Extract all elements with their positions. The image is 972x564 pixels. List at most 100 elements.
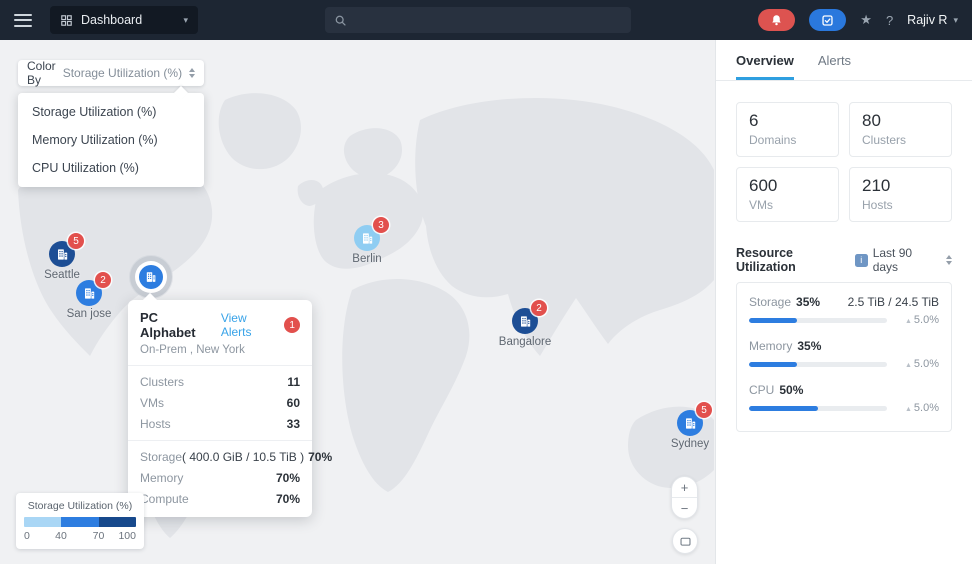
tooltip-stat-row: VMs 60 — [140, 396, 300, 410]
legend-tick: 70 — [93, 530, 105, 542]
marker-city-label: San jose — [67, 308, 112, 320]
alert-count-badge: 5 — [696, 402, 712, 418]
stat-label: Clusters — [862, 133, 939, 147]
option-storage-utilization[interactable]: Storage Utilization (%) — [18, 98, 204, 126]
delta-up-icon: ▲ — [905, 406, 912, 413]
progress-fill — [749, 318, 797, 323]
tooltip-subtitle: On-Prem , New York — [140, 344, 300, 356]
zoom-out-button[interactable]: − — [672, 498, 697, 518]
stat-value: 11 — [287, 375, 300, 389]
legend-tick: 0 — [24, 530, 30, 542]
stat-label: VMs — [140, 396, 164, 410]
stat-label: Hosts — [862, 198, 939, 212]
view-alerts-link[interactable]: View Alerts — [221, 311, 279, 339]
option-cpu-utilization[interactable]: CPU Utilization (%) — [18, 154, 204, 182]
cluster-marker-circle[interactable] — [139, 265, 163, 289]
progress-track — [749, 362, 887, 367]
resource-label: Storage — [749, 295, 791, 309]
option-memory-utilization[interactable]: Memory Utilization (%) — [18, 126, 204, 154]
resource-label: Memory — [749, 339, 792, 353]
map-marker-new-york-selected[interactable] — [139, 265, 163, 289]
delta-value: 5.0% — [914, 402, 939, 414]
progress-track — [749, 406, 887, 411]
search-icon — [334, 14, 347, 27]
tooltip-metric-row: Storage( 400.0 GiB / 10.5 TiB )70% — [140, 450, 300, 464]
marker-city-label: Bangalore — [499, 336, 551, 348]
global-search[interactable] — [325, 7, 631, 33]
legend-segment-high — [99, 517, 136, 527]
zoom-in-button[interactable]: + — [672, 477, 697, 497]
tasks-check-icon — [821, 14, 834, 27]
color-by-select[interactable]: Color By Storage Utilization (%) — [18, 60, 204, 86]
delta-badge: ▲5.0% — [895, 314, 939, 326]
legend-segment-mid — [61, 517, 98, 527]
hamburger-menu-icon[interactable] — [14, 10, 32, 31]
resource-utilization-card: Storage 35% 2.5 TiB / 24.5 TiB ▲5.0% Mem… — [736, 282, 952, 432]
metric-detail: ( 400.0 GiB / 10.5 TiB ) — [182, 450, 304, 464]
chevron-down-icon: ▾ — [183, 15, 188, 26]
map-marker-bangalore[interactable]: 2 Bangalore — [512, 308, 538, 334]
tab-overview[interactable]: Overview — [736, 53, 794, 80]
help-icon[interactable]: ? — [886, 13, 893, 28]
resource-utilization-title: Resource Utilization — [736, 246, 855, 274]
building-icon — [82, 286, 97, 301]
color-by-selected-value: Storage Utilization (%) — [63, 66, 182, 80]
time-range-select[interactable]: Last 90 days — [873, 246, 940, 274]
building-icon — [360, 231, 375, 246]
search-input[interactable] — [354, 13, 622, 27]
stat-card-clusters: 80 Clusters — [849, 102, 952, 157]
tooltip-stat-row: Clusters11 — [140, 375, 300, 389]
legend-tick: 100 — [118, 530, 136, 542]
metric-label: Storage — [140, 450, 182, 464]
tooltip-stat-row: Hosts33 — [140, 417, 300, 431]
stat-label: VMs — [749, 198, 826, 212]
resource-label: CPU — [749, 383, 774, 397]
stat-label: Hosts — [140, 417, 171, 431]
favorites-star-icon[interactable]: ★ — [860, 12, 872, 28]
map-marker-sydney[interactable]: 5 Sydney — [677, 410, 703, 436]
building-icon — [683, 416, 698, 431]
metric-value: 70% — [308, 450, 332, 464]
user-name: Rajiv R — [907, 13, 947, 27]
dashboard-switcher-button[interactable]: Dashboard ▾ — [50, 6, 198, 34]
building-icon — [144, 270, 158, 284]
progress-track — [749, 318, 887, 323]
metric-label: Compute — [140, 492, 189, 506]
legend-tick: 40 — [55, 530, 67, 542]
resource-row-cpu: CPU 50% ▲5.0% — [749, 383, 939, 414]
cluster-tooltip: PC Alphabet View Alerts 1 On-Prem , New … — [128, 300, 312, 517]
metric-value: 70% — [276, 471, 300, 485]
user-menu[interactable]: Rajiv R ▾ — [907, 13, 958, 27]
alert-count-badge: 3 — [373, 217, 389, 233]
select-caret-icon — [946, 255, 952, 265]
fit-to-screen-button[interactable] — [672, 528, 698, 554]
tooltip-metric-row: Memory70% — [140, 471, 300, 485]
grid-icon — [60, 14, 73, 27]
resource-utilization-header: Resource Utilization i Last 90 days — [716, 228, 972, 282]
stat-value: 60 — [287, 396, 300, 410]
progress-fill — [749, 362, 797, 367]
tab-alerts[interactable]: Alerts — [818, 53, 851, 80]
metric-value: 70% — [276, 492, 300, 506]
delta-up-icon: ▲ — [905, 318, 912, 325]
select-caret-icon — [189, 68, 195, 78]
legend-segment-low — [24, 517, 61, 527]
marker-city-label: Berlin — [352, 253, 381, 265]
delta-value: 5.0% — [914, 314, 939, 326]
alerts-bell-button[interactable] — [758, 9, 795, 31]
map-marker-san-jose[interactable]: 2 San jose — [76, 280, 102, 306]
chevron-down-icon: ▾ — [953, 15, 958, 26]
resource-row-memory: Memory 35% ▲5.0% — [749, 339, 939, 370]
map-marker-seattle[interactable]: 5 Seattle — [49, 241, 75, 267]
stat-card-hosts: 210 Hosts — [849, 167, 952, 222]
map-marker-berlin[interactable]: 3 Berlin — [354, 225, 380, 251]
map-zoom-control: + − — [671, 476, 698, 519]
panel-tabs: Overview Alerts — [716, 40, 972, 81]
summary-panel: Overview Alerts 6 Domains 80 Clusters 60… — [715, 40, 972, 564]
color-by-dropdown: Storage Utilization (%) Memory Utilizati… — [18, 93, 204, 187]
alert-count-badge: 5 — [68, 233, 84, 249]
stats-grid: 6 Domains 80 Clusters 600 VMs 210 Hosts — [716, 81, 972, 228]
tasks-button[interactable] — [809, 9, 846, 31]
stat-card-vms: 600 VMs — [736, 167, 839, 222]
building-icon — [518, 314, 533, 329]
